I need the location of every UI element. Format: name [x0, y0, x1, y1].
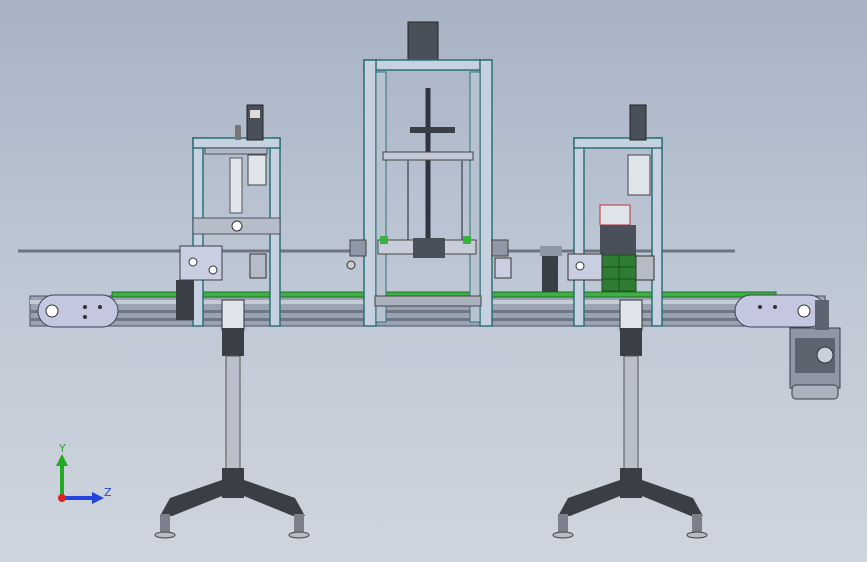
y-axis-label: Y: [59, 442, 66, 455]
cad-viewport[interactable]: Y Z: [0, 0, 867, 562]
right-leg-stand: [552, 299, 708, 539]
coordinate-triad: Y Z: [50, 440, 120, 510]
left-leg-stand: [154, 299, 310, 539]
center-station-frame: [346, 21, 512, 327]
origin-point: [58, 494, 66, 502]
left-pulley: [37, 294, 119, 328]
right-pulley: [734, 294, 826, 328]
conveyor-assembly-drawing[interactable]: [0, 0, 867, 562]
z-axis-label: Z: [104, 486, 112, 499]
